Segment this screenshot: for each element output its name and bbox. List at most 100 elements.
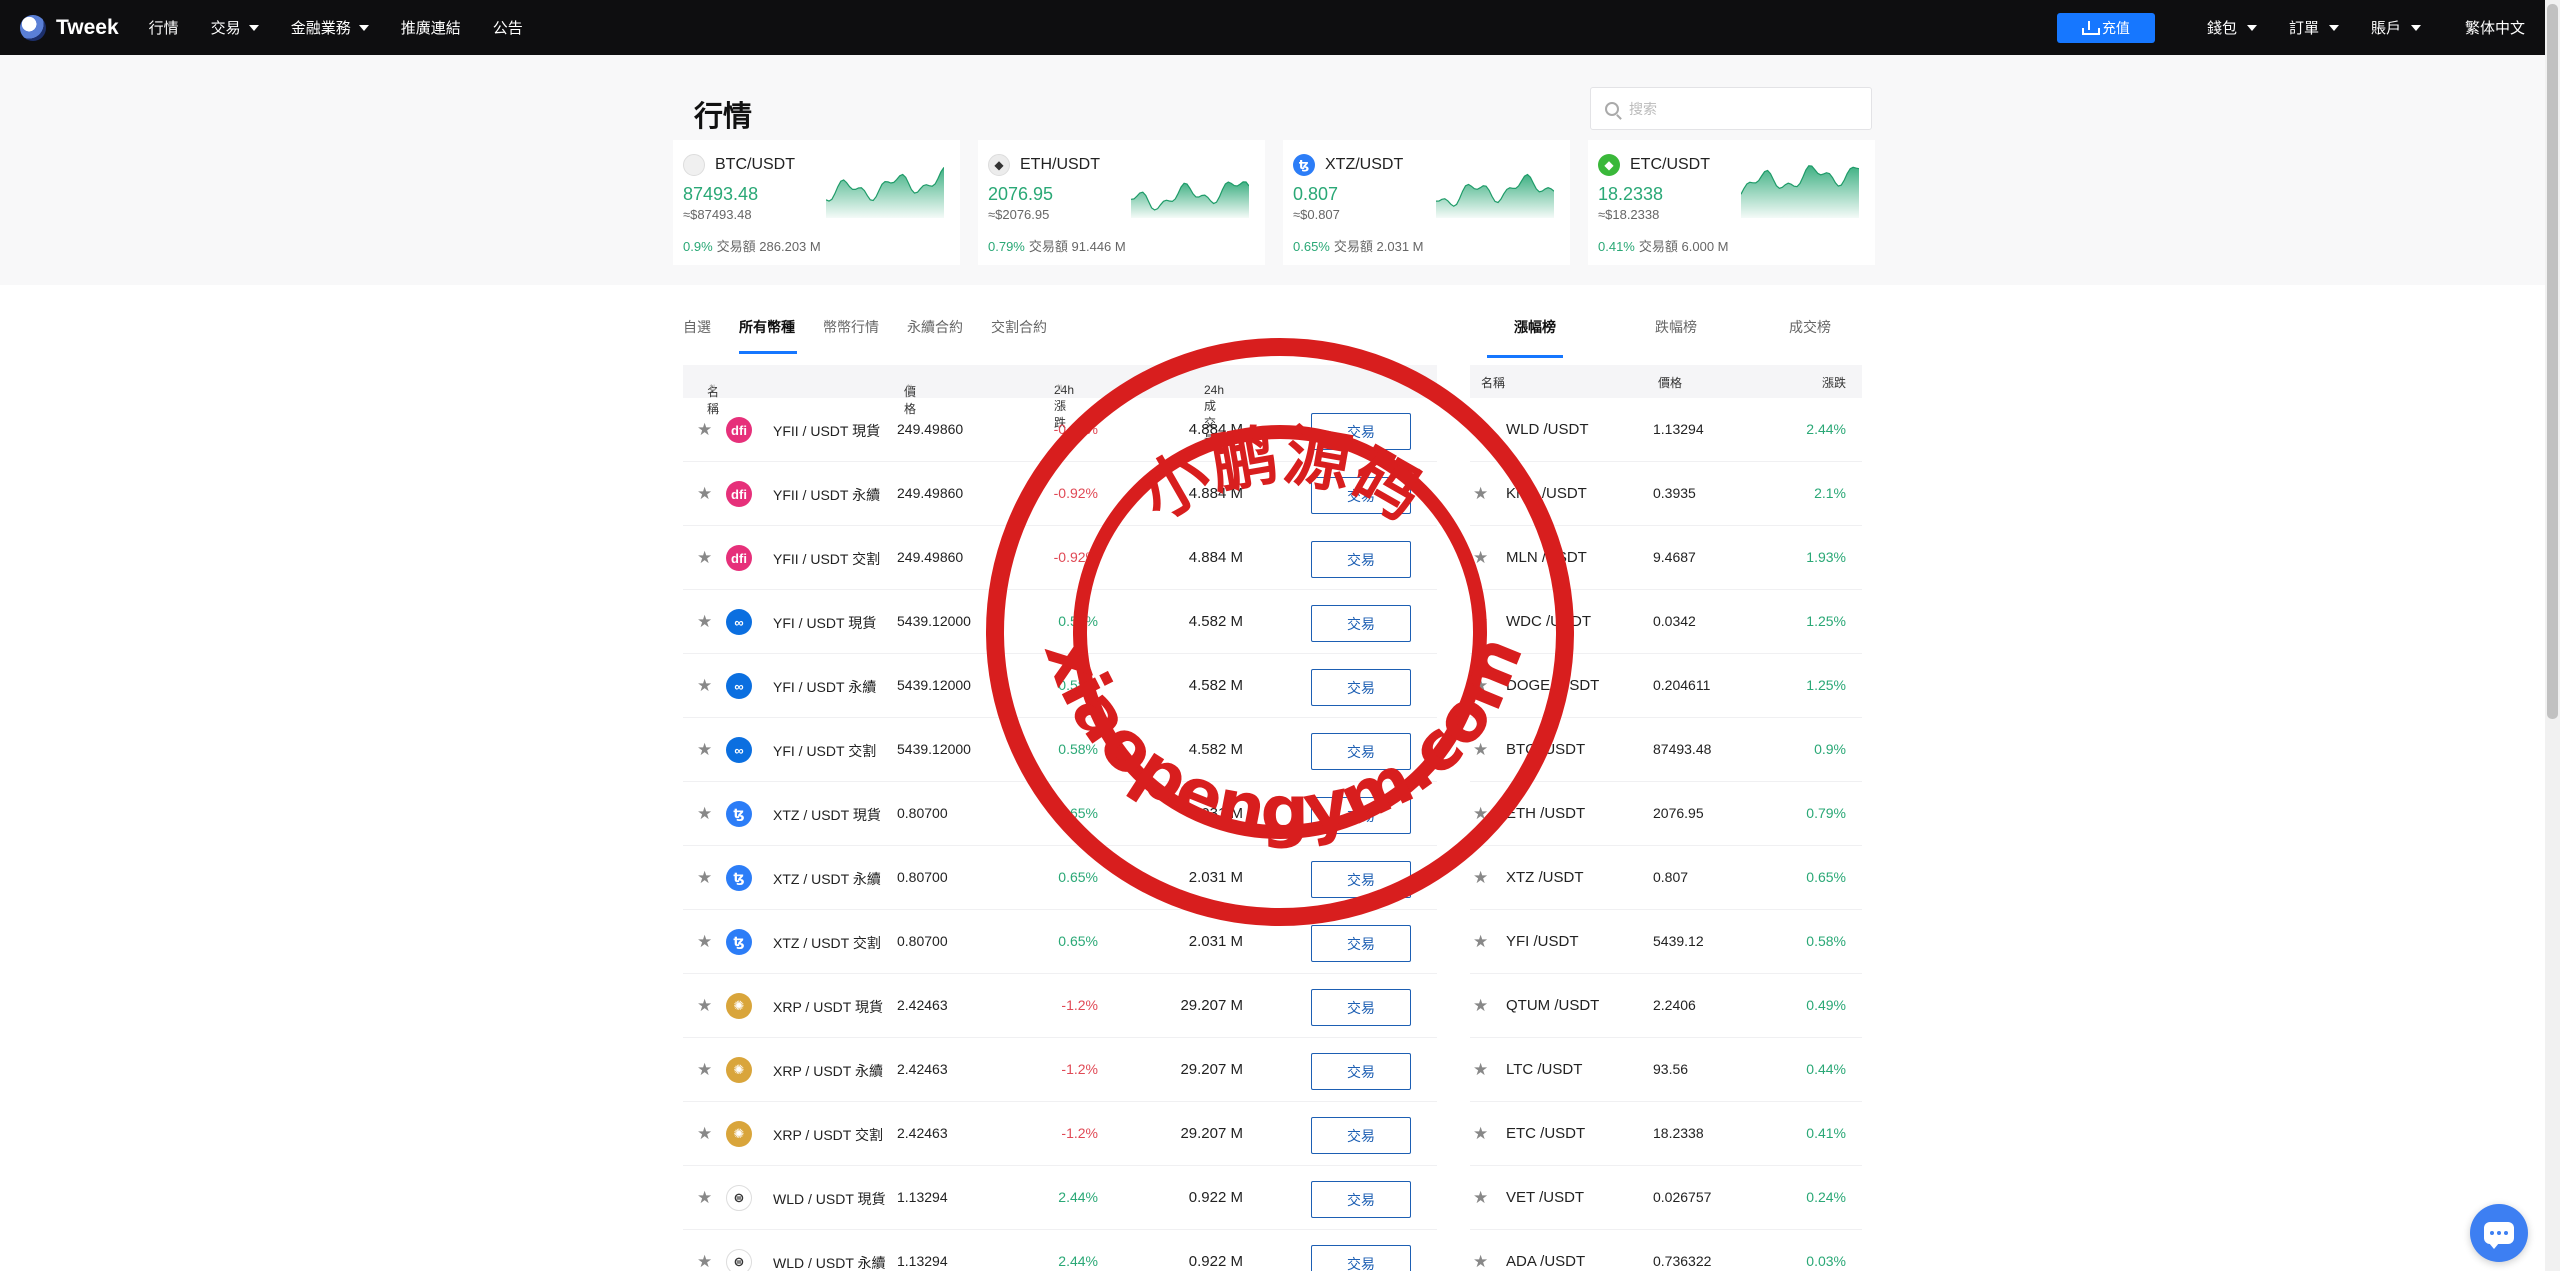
favorite-star-icon[interactable]: ★ — [697, 1253, 712, 1270]
ranking-row[interactable]: ★ WDC /USDT 0.0342 1.25% — [1470, 590, 1862, 654]
ranking-row[interactable]: ★ ADA /USDT 0.736322 0.03% — [1470, 1230, 1862, 1271]
ticker-card[interactable]: BTC/USDT 87493.48 ≈$87493.48 0.9% 交易額 286.20… — [673, 140, 960, 265]
favorite-star-icon[interactable]: ★ — [1473, 1061, 1488, 1078]
nav-item-4[interactable]: 公告 — [493, 17, 523, 38]
nav-item-3[interactable]: 推廣連結 — [401, 17, 461, 38]
ranking-row[interactable]: ★ XTZ /USDT 0.807 0.65% — [1470, 846, 1862, 910]
favorite-star-icon[interactable]: ★ — [697, 933, 712, 950]
favorite-star-icon[interactable]: ★ — [697, 549, 712, 566]
table-row[interactable]: ★ dfi YFII / USDT 交割 249.49860 -0.92% 4.884 M… — [683, 526, 1437, 590]
favorite-star-icon[interactable]: ★ — [697, 805, 712, 822]
ticker-card[interactable]: ◆ ETC/USDT 18.2338 ≈$18.2338 0.41% 交易額 6.000 … — [1588, 140, 1875, 265]
nav-item-2[interactable]: 金融業務 — [291, 17, 369, 38]
table-row[interactable]: ★ ꜩ XTZ / USDT 現貨 0.80700 0.65% 2.031 M 交易 — [683, 782, 1437, 846]
search-input[interactable] — [1629, 100, 1849, 117]
nav-right: 充值 錢包 訂單 賬戶 繁体中文 — [2056, 12, 2525, 43]
favorite-star-icon[interactable]: ★ — [697, 869, 712, 886]
ticker-card[interactable]: ꜩ XTZ/USDT 0.807 ≈$0.807 0.65% 交易額 2.031 M — [1283, 140, 1570, 265]
favorite-star-icon[interactable]: ★ — [697, 1125, 712, 1142]
scrollbar-thumb[interactable] — [2547, 4, 2558, 719]
ranking-row[interactable]: ★ DOGE /USDT 0.204611 1.25% — [1470, 654, 1862, 718]
favorite-star-icon[interactable]: ★ — [1473, 1253, 1488, 1270]
language-selector[interactable]: 繁体中文 — [2465, 17, 2525, 38]
nav-right-item-1[interactable]: 訂單 — [2289, 17, 2339, 38]
ranking-row[interactable]: ★ WLD /USDT 1.13294 2.44% — [1470, 398, 1862, 462]
trade-button[interactable]: 交易 — [1311, 861, 1411, 898]
favorite-star-icon[interactable]: ★ — [697, 997, 712, 1014]
brand-logo[interactable]: Tweek — [20, 14, 119, 41]
tab-market-0[interactable]: 自選 — [683, 312, 711, 358]
favorite-star-icon[interactable]: ★ — [697, 677, 712, 694]
table-row[interactable]: ★ ✺ XRP / USDT 現貨 2.42463 -1.2% 29.207 M 交易 — [683, 974, 1437, 1038]
favorite-star-icon[interactable]: ★ — [1473, 1189, 1488, 1206]
favorite-star-icon[interactable]: ★ — [1473, 549, 1488, 566]
trade-button[interactable]: 交易 — [1311, 1181, 1411, 1218]
favorite-star-icon[interactable]: ★ — [1473, 869, 1488, 886]
table-row[interactable]: ★ ⊜ WLD / USDT 永續 1.13294 2.44% 0.922 M 交易 — [683, 1230, 1437, 1271]
table-row[interactable]: ★ ꜩ XTZ / USDT 交割 0.80700 0.65% 2.031 M 交易 — [683, 910, 1437, 974]
trade-button[interactable]: 交易 — [1311, 1245, 1411, 1271]
ranking-row[interactable]: ★ ETH /USDT 2076.95 0.79% — [1470, 782, 1862, 846]
trade-button[interactable]: 交易 — [1311, 477, 1411, 514]
ranking-row[interactable]: ★ ETC /USDT 18.2338 0.41% — [1470, 1102, 1862, 1166]
table-row[interactable]: ★ ⊜ WLD / USDT 現貨 1.13294 2.44% 0.922 M 交易 — [683, 1166, 1437, 1230]
tab-ranking-1[interactable]: 跌幅榜 — [1655, 317, 1697, 337]
tab-market-3[interactable]: 永續合約 — [907, 312, 963, 358]
trade-button[interactable]: 交易 — [1311, 925, 1411, 962]
tab-market-2[interactable]: 幣幣行情 — [823, 312, 879, 358]
ranking-row[interactable]: ★ BTC /USDT 87493.48 0.9% — [1470, 718, 1862, 782]
trade-button[interactable]: 交易 — [1311, 669, 1411, 706]
table-row[interactable]: ★ ∞ YFI / USDT 永續 5439.12000 0.58% 4.582 M 交易 — [683, 654, 1437, 718]
favorite-star-icon[interactable]: ★ — [697, 1061, 712, 1078]
ranking-row[interactable]: ★ YFI /USDT 5439.12 0.58% — [1470, 910, 1862, 974]
trade-button[interactable]: 交易 — [1311, 733, 1411, 770]
trade-button[interactable]: 交易 — [1311, 1053, 1411, 1090]
tab-ranking-0[interactable]: 漲幅榜 — [1514, 317, 1556, 337]
favorite-star-icon[interactable]: ★ — [697, 485, 712, 502]
favorite-star-icon[interactable]: ★ — [697, 613, 712, 630]
trade-button[interactable]: 交易 — [1311, 413, 1411, 450]
favorite-star-icon[interactable]: ★ — [1473, 741, 1488, 758]
tab-market-4[interactable]: 交割合約 — [991, 312, 1047, 358]
ranking-row[interactable]: ★ MLN /USDT 9.4687 1.93% — [1470, 526, 1862, 590]
tab-ranking-2[interactable]: 成交榜 — [1789, 317, 1831, 337]
favorite-star-icon[interactable]: ★ — [1473, 485, 1488, 502]
ranking-row[interactable]: ★ VET /USDT 0.026757 0.24% — [1470, 1166, 1862, 1230]
table-row[interactable]: ★ ꜩ XTZ / USDT 永續 0.80700 0.65% 2.031 M 交易 — [683, 846, 1437, 910]
ticker-card[interactable]: ◆ ETH/USDT 2076.95 ≈$2076.95 0.79% 交易額 91.446… — [978, 140, 1265, 265]
table-row[interactable]: ★ ∞ YFI / USDT 交割 5439.12000 0.58% 4.582 M 交易 — [683, 718, 1437, 782]
trade-button[interactable]: 交易 — [1311, 605, 1411, 642]
favorite-star-icon[interactable]: ★ — [697, 1189, 712, 1206]
table-row[interactable]: ★ ✺ XRP / USDT 交割 2.42463 -1.2% 29.207 M 交易 — [683, 1102, 1437, 1166]
ranking-row[interactable]: ★ KNC /USDT 0.3935 2.1% — [1470, 462, 1862, 526]
trade-button[interactable]: 交易 — [1311, 797, 1411, 834]
nav-right-item-0[interactable]: 錢包 — [2207, 17, 2257, 38]
nav-right-item-2[interactable]: 賬戶 — [2371, 17, 2421, 38]
tab-market-1[interactable]: 所有幣種 — [739, 312, 797, 358]
table-row[interactable]: ★ ✺ XRP / USDT 永續 2.42463 -1.2% 29.207 M 交易 — [683, 1038, 1437, 1102]
nav-item-1[interactable]: 交易 — [211, 17, 259, 38]
search-box[interactable] — [1590, 87, 1872, 130]
favorite-star-icon[interactable]: ★ — [1473, 421, 1488, 438]
favorite-star-icon[interactable]: ★ — [1473, 805, 1488, 822]
deposit-button[interactable]: 充值 — [2056, 12, 2155, 43]
trade-button[interactable]: 交易 — [1311, 989, 1411, 1026]
trade-button[interactable]: 交易 — [1311, 1117, 1411, 1154]
ranking-row[interactable]: ★ QTUM /USDT 2.2406 0.49% — [1470, 974, 1862, 1038]
favorite-star-icon[interactable]: ★ — [1473, 997, 1488, 1014]
table-row[interactable]: ★ dfi YFII / USDT 現貨 249.49860 -0.92% 4.884 M… — [683, 398, 1437, 462]
favorite-star-icon[interactable]: ★ — [697, 421, 712, 438]
ranking-price: 0.736322 — [1653, 1253, 1712, 1269]
card-change: 0.65% — [1293, 239, 1330, 254]
favorite-star-icon[interactable]: ★ — [1473, 933, 1488, 950]
favorite-star-icon[interactable]: ★ — [1473, 1125, 1488, 1142]
favorite-star-icon[interactable]: ★ — [697, 741, 712, 758]
table-row[interactable]: ★ ∞ YFI / USDT 現貨 5439.12000 0.58% 4.582 M 交易 — [683, 590, 1437, 654]
table-row[interactable]: ★ dfi YFII / USDT 永續 249.49860 -0.92% 4.884 M… — [683, 462, 1437, 526]
chat-support-button[interactable] — [2470, 1204, 2528, 1262]
ranking-row[interactable]: ★ LTC /USDT 93.56 0.44% — [1470, 1038, 1862, 1102]
favorite-star-icon[interactable]: ★ — [1473, 613, 1488, 630]
nav-item-0[interactable]: 行情 — [149, 17, 179, 38]
trade-button[interactable]: 交易 — [1311, 541, 1411, 578]
favorite-star-icon[interactable]: ★ — [1473, 677, 1488, 694]
